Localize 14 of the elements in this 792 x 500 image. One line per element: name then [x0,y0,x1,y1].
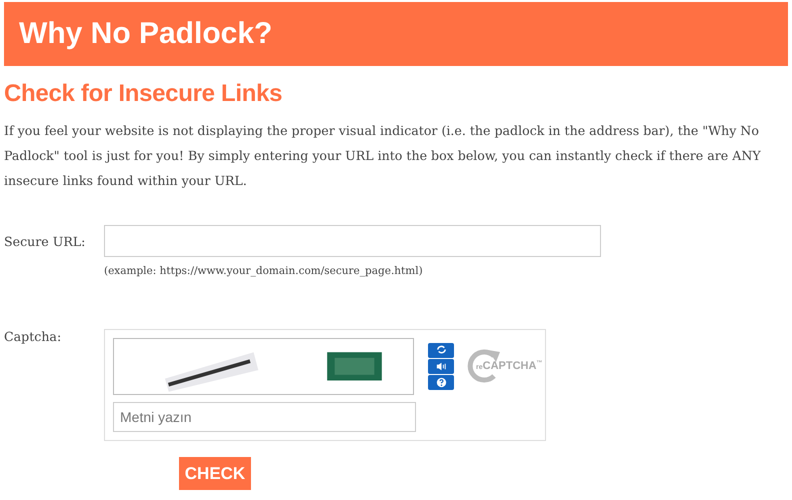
url-input[interactable] [104,225,601,257]
help-button[interactable] [428,375,454,390]
captcha-input[interactable]: Metni yazın [113,402,416,432]
example-hint: (example: https://www.your_domain.com/secure_page.html) [104,265,424,277]
section-heading: Check for Insecure Links [4,80,284,108]
help-icon [434,376,448,389]
refresh-button[interactable] [428,343,454,358]
speaker-icon [434,360,448,373]
field-label: Secure URL: [4,234,86,248]
field-label: Captcha: [4,329,62,346]
page-title: Why No Padlock? [19,17,272,51]
check-button[interactable]: CHECK [179,457,251,490]
speaker-button[interactable] [428,359,454,374]
intro-paragraph: If you feel your website is not displaying the proper visual indicator (i.e. the padlock in the address bar), the "Why No Padlock" tool is just for you! By simply entering your URL into the box below, you can instantly check if there are ANY insecure links found within your URL. [4,122,762,190]
